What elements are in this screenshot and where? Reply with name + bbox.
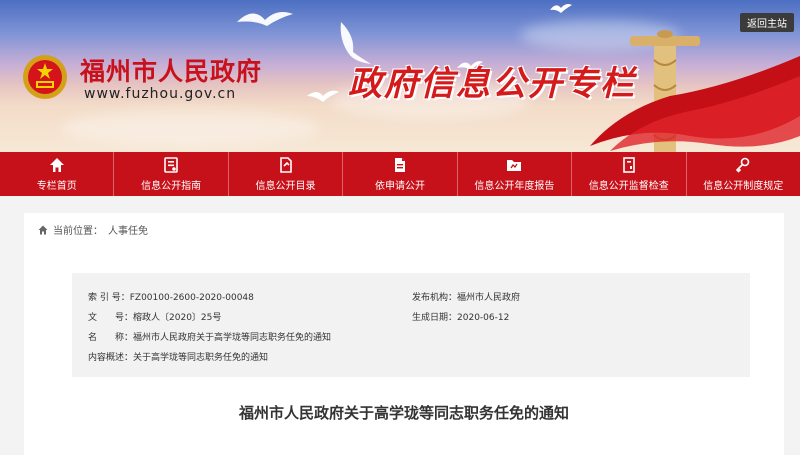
regulation-icon: [736, 157, 750, 173]
nav-item-label: 信息公开指南: [141, 180, 202, 192]
meta-summary-label: 内容概述：: [88, 353, 134, 363]
meta-publisher-label: 发布机构：: [412, 293, 458, 303]
document-title: 福州市人民政府关于高学珑等同志职务任免的通知: [238, 404, 569, 422]
document-icon: [394, 157, 405, 172]
nav-item-inspect[interactable]: 信息公开监督检查: [571, 152, 685, 196]
cloud-decoration: [60, 110, 320, 146]
meta-publisher-value: 福州市人民政府: [457, 293, 521, 303]
home-icon: [49, 157, 64, 172]
nav-item-label: 信息公开监督检查: [588, 180, 669, 192]
meta-summary-value: 关于高学珑等同志职务任免的通知: [133, 353, 269, 363]
nav-item-regulation[interactable]: 信息公开制度规定: [685, 152, 800, 196]
meta-publisher: 发布机构：福州市人民政府: [412, 290, 520, 303]
inspect-icon: [623, 156, 635, 173]
meta-docno-value: 榕政人〔2020〕25号: [133, 313, 222, 323]
guide-icon: [164, 156, 178, 173]
home-icon: [38, 225, 48, 234]
header-banner: 福州市人民政府 www.fuzhou.gov.cn 政府信息公开专栏 返回主站: [0, 0, 800, 152]
site-url: www.fuzhou.gov.cn: [84, 86, 237, 102]
nav-item-home[interactable]: 专栏首页: [0, 152, 113, 196]
document-meta-box: 索 引 号：FZ00100-2600-2020-00048 发布机构：福州市人民…: [72, 273, 750, 377]
meta-index-label: 索 引 号：: [88, 293, 130, 303]
main-content: 索 引 号：FZ00100-2600-2020-00048 发布机构：福州市人民…: [24, 245, 784, 455]
nav-item-label: 信息公开制度规定: [703, 180, 784, 192]
back-home-button[interactable]: 返回主站: [740, 13, 794, 32]
meta-docno-label: 文 号：: [88, 313, 134, 323]
meta-date-value: 2020-06-12: [457, 313, 510, 323]
meta-name-label: 名 称：: [88, 333, 134, 343]
folder-icon: [507, 159, 522, 171]
national-emblem-icon: [23, 55, 67, 99]
nav-item-guide[interactable]: 信息公开指南: [113, 152, 227, 196]
catalog-icon: [279, 156, 292, 173]
meta-summary: 内容概述：关于高学珑等同志职务任免的通知: [88, 350, 268, 363]
breadcrumb-prefix: 当前位置：: [53, 226, 103, 237]
main-nav: 专栏首页 信息公开指南 信息公开目录 依申请公开 信息公开年度报告 信息公开监督…: [0, 152, 800, 196]
dove-icon: [307, 90, 339, 102]
breadcrumb: 当前位置： 人事任免: [38, 222, 148, 237]
meta-index: 索 引 号：FZ00100-2600-2020-00048: [88, 290, 254, 303]
meta-name-value: 福州市人民政府关于高学珑等同志职务任免的通知: [133, 333, 332, 343]
nav-item-label: 信息公开年度报告: [474, 180, 555, 192]
meta-docno: 文 号：榕政人〔2020〕25号: [88, 310, 221, 323]
breadcrumb-current[interactable]: 人事任免: [108, 222, 148, 237]
site-title: 福州市人民政府: [80, 57, 263, 86]
nav-item-label: 专栏首页: [36, 180, 77, 192]
dove-icon: [550, 4, 572, 13]
breadcrumb-bar: 当前位置： 人事任免: [24, 213, 784, 246]
nav-item-label: 信息公开目录: [255, 180, 316, 192]
nav-item-label: 依申请公开: [374, 180, 425, 192]
nav-item-annual-report[interactable]: 信息公开年度报告: [456, 152, 571, 196]
nav-item-apply[interactable]: 依申请公开: [342, 152, 456, 196]
meta-date: 生成日期：2020-06-12: [412, 310, 509, 323]
nav-item-catalog[interactable]: 信息公开目录: [227, 152, 342, 196]
meta-name: 名 称：福州市人民政府关于高学珑等同志职务任免的通知: [88, 330, 331, 343]
red-flag-icon: [590, 56, 800, 151]
meta-date-label: 生成日期：: [412, 313, 458, 323]
dove-icon: [237, 12, 293, 26]
meta-index-value: FZ00100-2600-2020-00048: [129, 293, 254, 303]
